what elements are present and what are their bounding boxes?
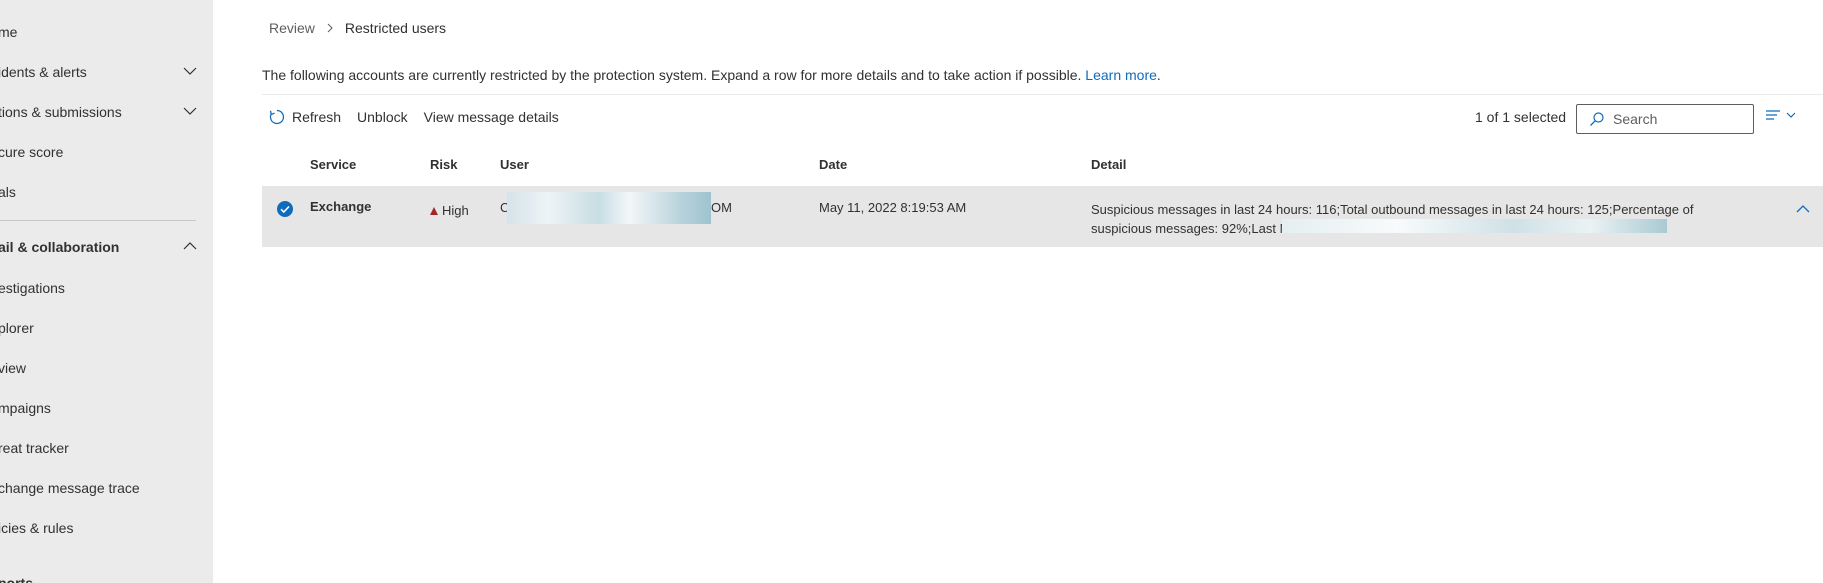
- nav-item-label: reat tracker: [0, 440, 69, 456]
- checkmark-circle-icon[interactable]: [276, 200, 294, 218]
- nav-item-policies-rules[interactable]: icies & rules: [0, 510, 213, 546]
- user-cell-suffix: OM: [711, 200, 732, 215]
- nav-item-secure-score[interactable]: cure score: [0, 134, 213, 170]
- column-header-risk[interactable]: Risk: [430, 157, 457, 172]
- nav-item-campaigns[interactable]: mpaigns: [0, 390, 213, 426]
- info-text: The following accounts are currently res…: [262, 67, 1082, 83]
- nav-item-label: change message trace: [0, 480, 140, 496]
- nav-section-reports[interactable]: ports: [0, 565, 213, 583]
- nav-item-label: tions & submissions: [0, 104, 122, 120]
- nav-item-label: icies & rules: [0, 520, 74, 536]
- navigation-sidebar: me idents & alerts tions & submissions c…: [0, 0, 213, 583]
- unblock-label: Unblock: [357, 109, 408, 125]
- customize-columns-button[interactable]: [1765, 108, 1797, 122]
- refresh-label: Refresh: [292, 109, 342, 125]
- service-cell: Exchange: [310, 199, 372, 214]
- nav-item-label: me: [0, 24, 18, 40]
- nav-item-label: als: [0, 184, 16, 200]
- selection-count: 1 of 1 selected: [1475, 109, 1567, 125]
- search-input[interactable]: [1611, 110, 1745, 128]
- refresh-icon: [269, 109, 285, 125]
- column-header-service[interactable]: Service: [310, 157, 356, 172]
- view-message-details-label: View message details: [423, 109, 559, 125]
- nav-item-threat-tracker[interactable]: reat tracker: [0, 430, 213, 466]
- warning-triangle-icon: [430, 206, 438, 215]
- nav-item-review[interactable]: view: [0, 350, 213, 386]
- chevron-down-icon[interactable]: [182, 103, 198, 119]
- search-box[interactable]: [1576, 104, 1754, 134]
- view-message-details-button[interactable]: View message details: [416, 104, 567, 130]
- redacted-user-block: [507, 192, 711, 224]
- breadcrumb-current: Restricted users: [344, 20, 447, 36]
- unblock-button[interactable]: Unblock: [349, 104, 416, 130]
- column-header-detail[interactable]: Detail: [1091, 157, 1126, 172]
- risk-cell: High: [430, 203, 469, 218]
- breadcrumb-review-link[interactable]: Review: [269, 20, 315, 36]
- nav-item-label: estigations: [0, 280, 65, 296]
- learn-more-link[interactable]: Learn more: [1085, 67, 1157, 83]
- chevron-right-icon: [327, 23, 333, 33]
- redacted-detail-block: [1282, 219, 1667, 233]
- nav-item-investigations[interactable]: estigations: [0, 270, 213, 306]
- date-cell: May 11, 2022 8:19:53 AM: [819, 200, 967, 215]
- column-header-user[interactable]: User: [500, 157, 529, 172]
- nav-item-label: mpaigns: [0, 400, 51, 416]
- nav-item-label: idents & alerts: [0, 64, 87, 80]
- risk-label: High: [442, 203, 469, 218]
- nav-item-label: cure score: [0, 144, 64, 160]
- nav-divider: [0, 220, 196, 221]
- nav-item-explorer[interactable]: plorer: [0, 310, 213, 346]
- divider: [262, 94, 1823, 95]
- nav-item-actions-submissions[interactable]: tions & submissions: [0, 94, 213, 130]
- nav-section-email-collaboration[interactable]: ail & collaboration: [0, 229, 213, 265]
- nav-item-home[interactable]: me: [0, 14, 213, 50]
- chevron-down-icon[interactable]: [182, 63, 198, 79]
- chevron-up-icon[interactable]: [1794, 200, 1812, 218]
- nav-section-label: ports: [0, 575, 33, 583]
- nav-section-label: ail & collaboration: [0, 239, 120, 255]
- list-filter-icon: [1766, 110, 1780, 120]
- breadcrumb: Review Restricted users: [269, 20, 446, 36]
- chevron-down-icon: [1786, 112, 1796, 118]
- nav-item-label: plorer: [0, 320, 34, 336]
- nav-item-incidents-alerts[interactable]: idents & alerts: [0, 54, 213, 90]
- nav-item-trials[interactable]: als: [0, 174, 213, 210]
- main-content: Review Restricted users The following ac…: [213, 0, 1823, 583]
- column-header-date[interactable]: Date: [819, 157, 847, 172]
- nav-item-label: view: [0, 360, 27, 376]
- table-row[interactable]: Exchange High C OM May 11, 2022 8:19:53 …: [262, 186, 1823, 247]
- chevron-up-icon[interactable]: [182, 238, 198, 254]
- search-icon: [1590, 112, 1604, 126]
- refresh-button[interactable]: Refresh: [262, 104, 349, 130]
- nav-item-exchange-message-trace[interactable]: change message trace: [0, 470, 213, 506]
- command-bar: Refresh Unblock View message details: [262, 104, 567, 130]
- info-message: The following accounts are currently res…: [262, 67, 1161, 83]
